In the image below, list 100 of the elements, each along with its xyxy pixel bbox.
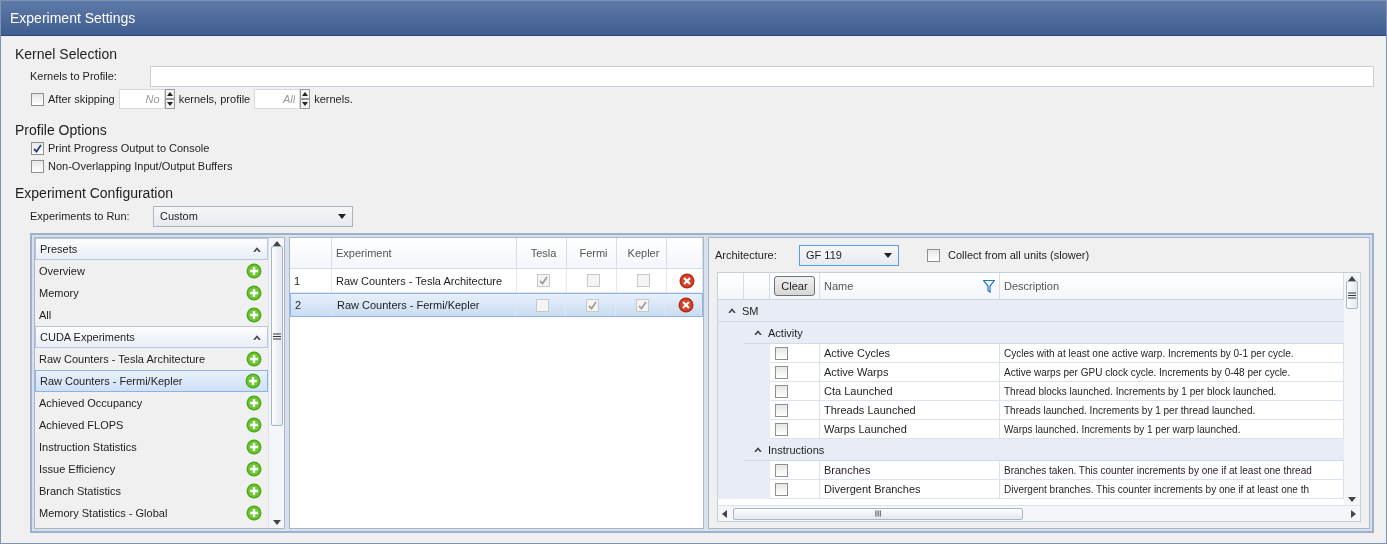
scroll-down-arrow-icon[interactable] bbox=[1348, 497, 1356, 502]
collapse-chevron-icon[interactable] bbox=[253, 246, 261, 252]
section-heading: Kernel Selection bbox=[15, 45, 118, 63]
field-label: Kernels to Profile: bbox=[30, 70, 117, 82]
metric-name: Divergent Branches bbox=[820, 480, 1000, 498]
kernels-input-field[interactable] bbox=[149, 65, 1374, 87]
preset-item[interactable]: Raw Counters - Fermi/Kepler bbox=[35, 370, 268, 392]
subgroup-row[interactable]: Activity bbox=[744, 322, 1344, 344]
group-header[interactable]: CUDA Experiments bbox=[35, 326, 268, 348]
scroll-up-arrow-icon[interactable] bbox=[272, 241, 281, 246]
scroll-right-arrow-icon[interactable] bbox=[1351, 509, 1356, 518]
checkbox[interactable] bbox=[31, 159, 44, 173]
add-icon[interactable] bbox=[246, 351, 262, 367]
table-cell: Raw Counters - Fermi/Kepler bbox=[333, 294, 516, 316]
scroll-left-arrow-icon[interactable] bbox=[722, 509, 727, 518]
option-label: Collect from all units (slower) bbox=[948, 249, 1090, 261]
scroll-down-arrow-icon[interactable] bbox=[272, 520, 281, 525]
field-label: Experiments to Run: bbox=[30, 210, 131, 222]
group-title: Activity bbox=[768, 326, 803, 339]
section-heading: Profile Options bbox=[15, 121, 108, 139]
collapse-chevron-icon[interactable] bbox=[754, 447, 762, 452]
window-title: Experiment Settings bbox=[10, 10, 136, 26]
checkbox[interactable] bbox=[775, 463, 788, 477]
column-header[interactable]: Name bbox=[824, 280, 854, 292]
add-icon[interactable] bbox=[246, 263, 262, 279]
checkbox[interactable] bbox=[586, 298, 599, 312]
horizontal-scrollbar[interactable] bbox=[718, 505, 1360, 521]
collapse-chevron-icon[interactable] bbox=[754, 330, 762, 335]
preset-item[interactable]: All bbox=[35, 304, 268, 326]
table-cell: Raw Counters - Tesla Architecture bbox=[332, 269, 517, 292]
metric-name: Active Cycles bbox=[820, 344, 1000, 362]
add-icon[interactable] bbox=[246, 439, 262, 455]
profile-count-field[interactable]: All bbox=[254, 89, 301, 109]
checkbox[interactable] bbox=[775, 346, 788, 360]
checkbox[interactable] bbox=[775, 403, 788, 417]
checkbox[interactable] bbox=[31, 92, 44, 106]
checkbox[interactable] bbox=[927, 248, 940, 262]
remove-icon[interactable] bbox=[677, 297, 694, 313]
metric-name: Active Warps bbox=[820, 363, 1000, 381]
checkbox[interactable] bbox=[775, 422, 788, 436]
metric-name: Branches bbox=[820, 461, 1000, 479]
option-label: kernels. bbox=[314, 93, 353, 105]
option-label: After skipping bbox=[48, 93, 115, 105]
row-number: 2 bbox=[291, 294, 333, 316]
checkbox[interactable] bbox=[775, 482, 788, 496]
add-icon[interactable] bbox=[246, 307, 262, 323]
checkbox[interactable] bbox=[636, 298, 649, 312]
add-icon[interactable] bbox=[246, 505, 262, 521]
option-label: Non-Overlapping Input/Output Buffers bbox=[48, 160, 233, 172]
preset-item[interactable]: Achieved Occupancy bbox=[35, 392, 268, 414]
skip-count-field[interactable]: No bbox=[118, 89, 165, 109]
checkbox[interactable] bbox=[587, 274, 600, 287]
collapse-chevron-icon[interactable] bbox=[728, 308, 736, 313]
field-label: Architecture: bbox=[715, 249, 778, 261]
caret-icon bbox=[884, 252, 892, 258]
architecture-dropdown[interactable]: GF 119 bbox=[799, 244, 899, 266]
remove-icon[interactable] bbox=[678, 272, 695, 289]
preset-item[interactable]: Issue Efficiency bbox=[35, 458, 268, 480]
group-header[interactable]: Presets bbox=[35, 238, 268, 260]
group-row[interactable]: SM bbox=[718, 300, 1344, 322]
preset-item[interactable]: Branch Statistics bbox=[35, 480, 268, 502]
column-header[interactable]: Tesla bbox=[517, 238, 567, 268]
checkbox[interactable] bbox=[536, 298, 549, 312]
preset-item[interactable]: Achieved FLOPS bbox=[35, 414, 268, 436]
checkbox[interactable] bbox=[775, 384, 788, 398]
preset-item[interactable]: Memory bbox=[35, 282, 268, 304]
subgroup-row[interactable]: Instructions bbox=[744, 439, 1344, 461]
preset-item[interactable]: Raw Counters - Tesla Architecture bbox=[35, 348, 268, 370]
spinner-arrows-icon[interactable] bbox=[300, 89, 311, 109]
grip-icon bbox=[1348, 291, 1356, 299]
add-icon[interactable] bbox=[246, 417, 262, 433]
add-icon[interactable] bbox=[246, 461, 262, 477]
filter-icon[interactable] bbox=[983, 279, 995, 293]
add-icon[interactable] bbox=[246, 285, 262, 301]
column-header[interactable]: Experiment bbox=[332, 238, 517, 268]
checkbox[interactable] bbox=[775, 365, 788, 379]
experiments-dropdown[interactable]: Custom bbox=[153, 205, 353, 227]
add-icon[interactable] bbox=[246, 395, 262, 411]
checkbox[interactable] bbox=[31, 141, 44, 155]
clear-button[interactable]: Clear bbox=[774, 276, 815, 296]
column-header[interactable]: Description bbox=[1004, 280, 1060, 292]
preset-item[interactable]: Overview bbox=[35, 260, 268, 282]
checkbox[interactable] bbox=[537, 274, 550, 287]
checkbox[interactable] bbox=[637, 274, 650, 287]
vertical-scrollbar[interactable] bbox=[268, 238, 284, 528]
preset-item[interactable]: Instruction Statistics bbox=[35, 436, 268, 458]
option-label: Print Progress Output to Console bbox=[48, 142, 210, 154]
column-header[interactable]: Fermi bbox=[567, 238, 617, 268]
scroll-up-arrow-icon[interactable] bbox=[1348, 276, 1356, 281]
metric-name: Cta Launched bbox=[820, 382, 1000, 400]
collapse-chevron-icon[interactable] bbox=[253, 334, 261, 340]
row-number: 1 bbox=[290, 269, 332, 292]
spinner-arrows-icon[interactable] bbox=[164, 89, 175, 109]
add-icon[interactable] bbox=[246, 483, 262, 499]
preset-item[interactable]: Memory Statistics - Global bbox=[35, 502, 268, 524]
grip-icon bbox=[272, 332, 281, 340]
add-icon[interactable] bbox=[245, 373, 261, 389]
vertical-scrollbar[interactable] bbox=[1344, 273, 1360, 505]
column-header[interactable]: Kepler bbox=[617, 238, 667, 268]
experiment-row[interactable]: 2 Raw Counters - Fermi/Kepler bbox=[290, 293, 703, 317]
